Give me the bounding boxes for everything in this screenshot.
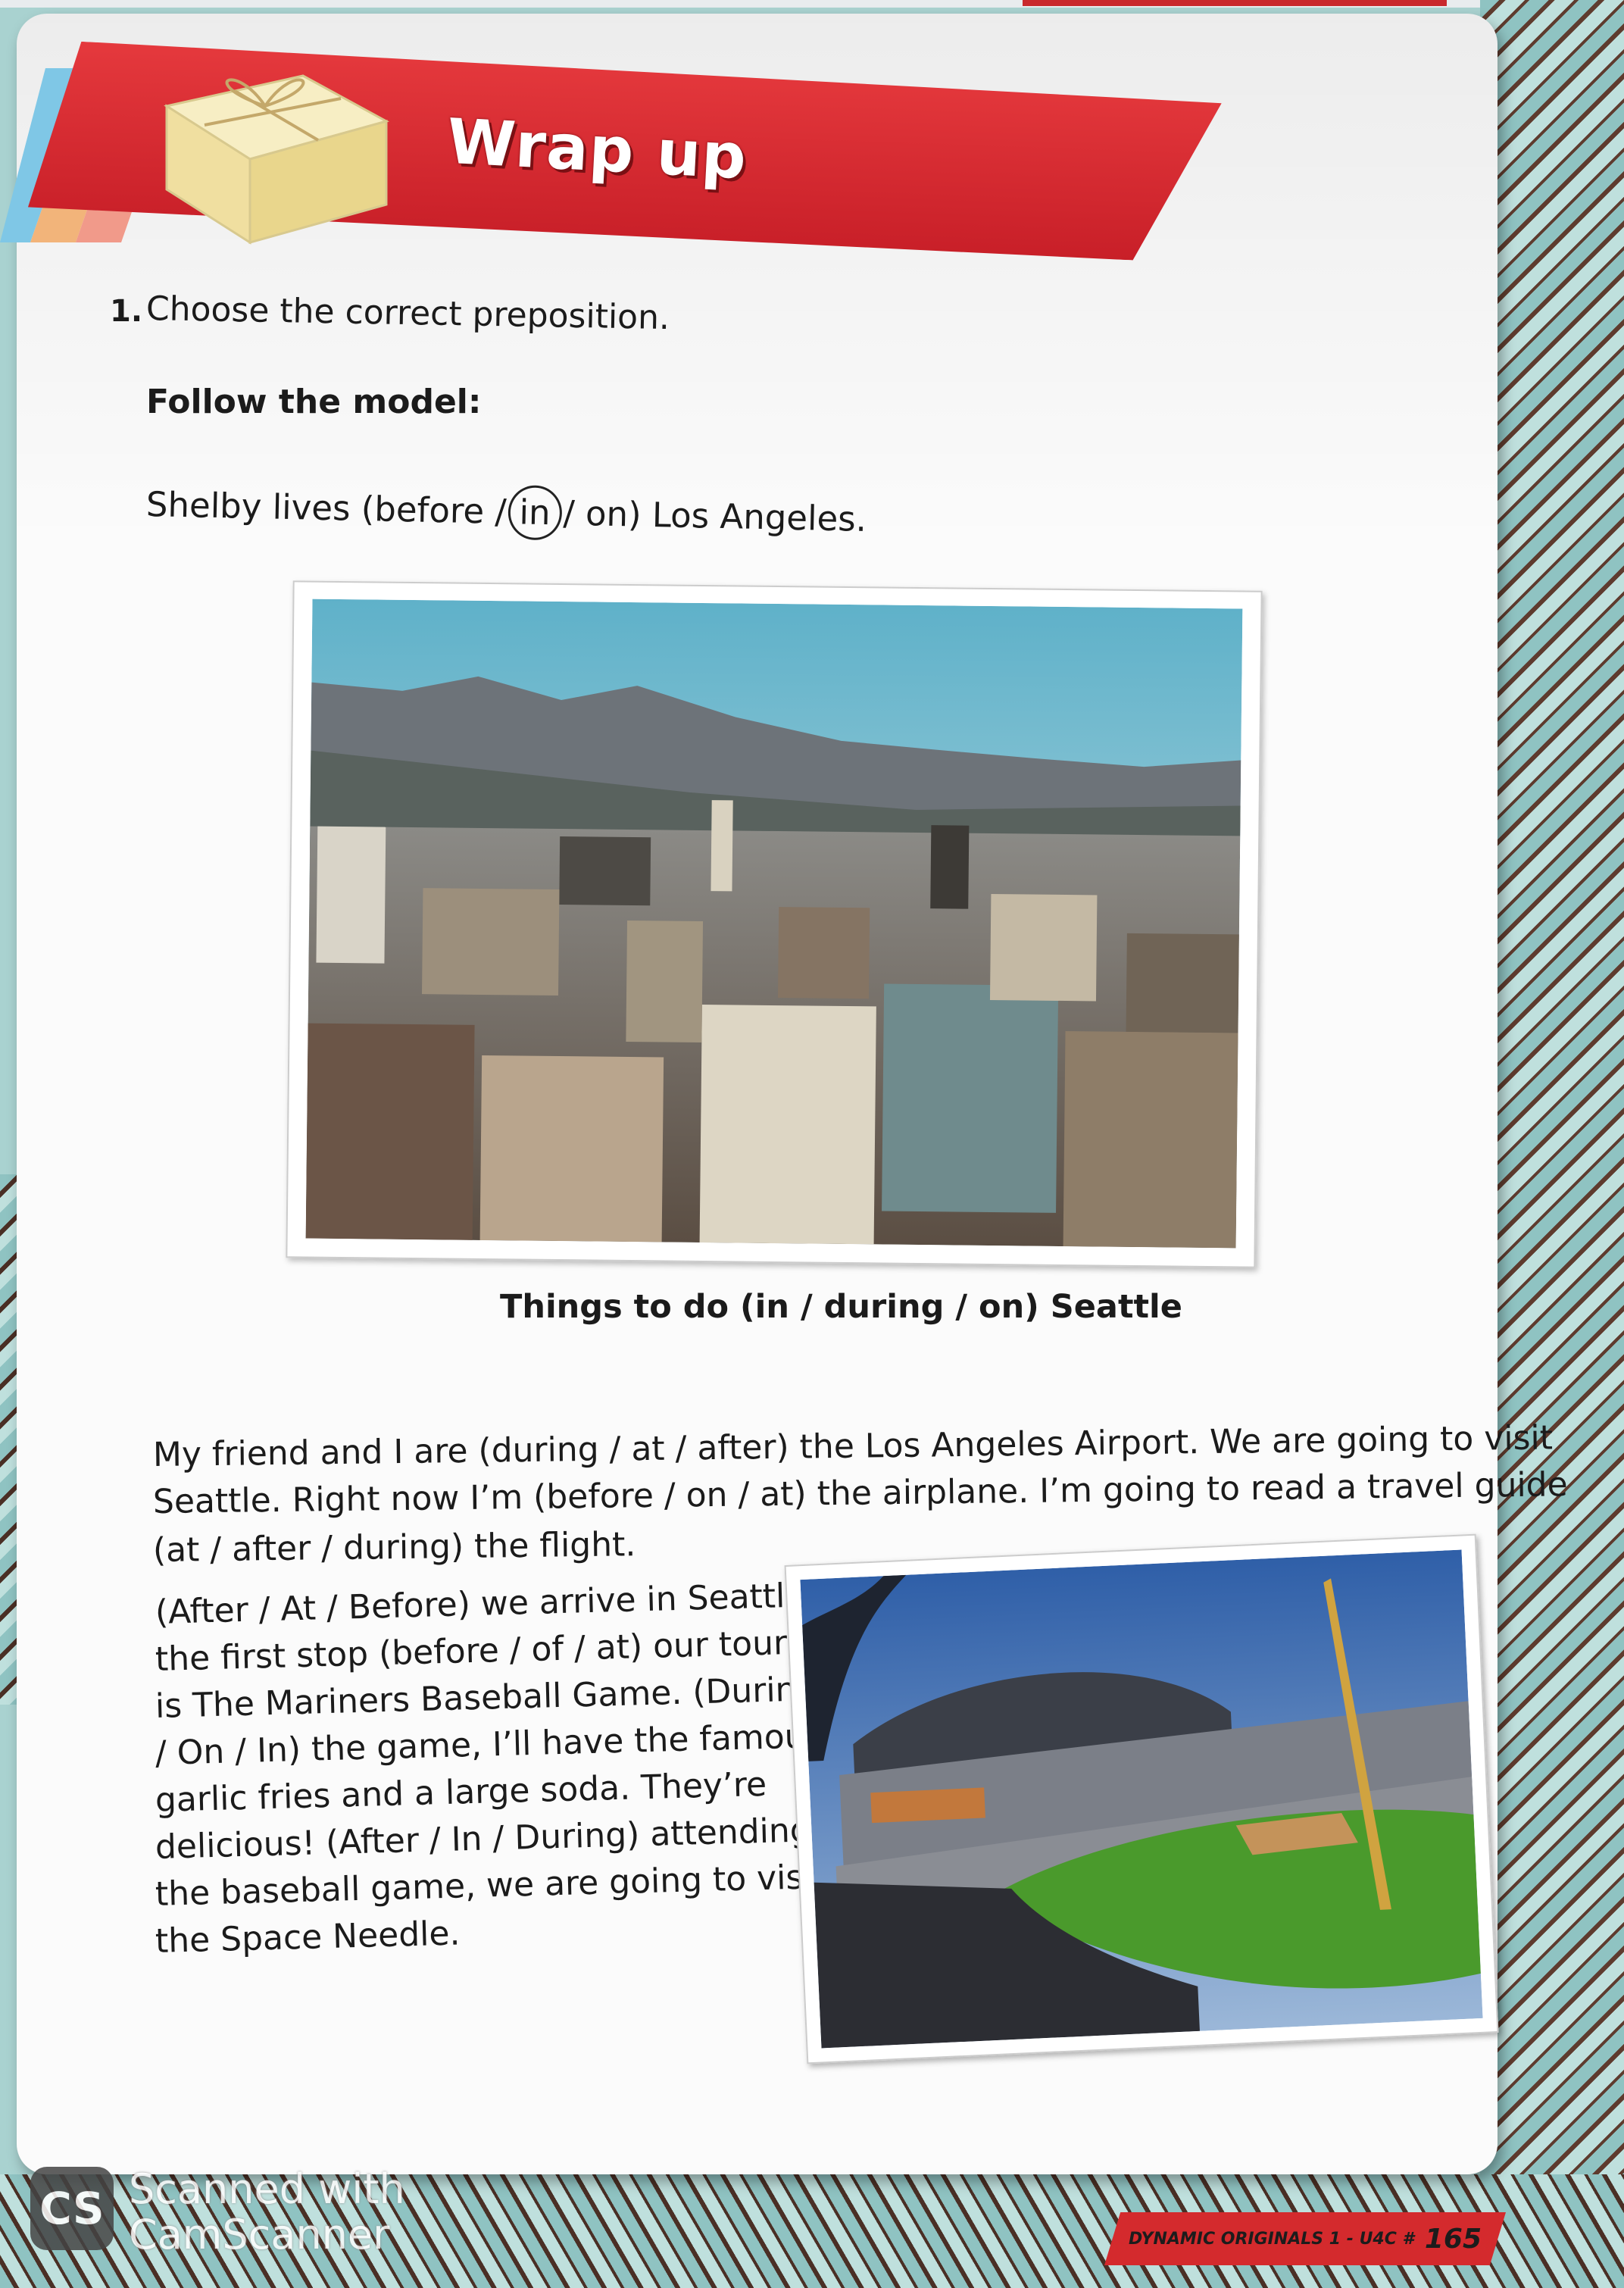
baseball-stadium-photo	[800, 1549, 1483, 2049]
page-number: 165	[1424, 2223, 1482, 2255]
gift-box-icon	[164, 74, 389, 245]
watermark-text: Scanned with CamScanner	[129, 2167, 405, 2258]
stadium-photo-frame	[784, 1533, 1499, 2065]
watermark-line1: Scanned with	[129, 2165, 405, 2213]
paragraph2-line: the Space Needle.	[155, 1914, 461, 1961]
camscanner-logo-icon: CS	[30, 2167, 114, 2250]
model-sentence-start: Shelby lives (before /	[145, 484, 508, 532]
series-name: DYNAMIC ORIGINALS 1 - U4C #	[1128, 2229, 1414, 2249]
camscanner-watermark: CS Scanned with CamScanner	[30, 2167, 405, 2258]
city-photo-frame	[286, 580, 1263, 1268]
watermark-line2: CamScanner	[129, 2211, 390, 2258]
model-label: Follow the model:	[146, 383, 482, 421]
photo-caption: Things to do (in / during / on) Seattle	[500, 1288, 1182, 1326]
circled-answer: in	[507, 485, 563, 541]
page-footer-tag: DYNAMIC ORIGINALS 1 - U4C # 165	[1104, 2212, 1506, 2265]
top-red-strip	[1023, 0, 1447, 6]
model-sentence-end: / on) Los Angeles.	[563, 492, 867, 539]
rope-border-right	[1480, 0, 1624, 2288]
paragraph1-line: (at / after / during) the flight.	[152, 1525, 636, 1570]
exercise-number: 1.	[110, 294, 143, 329]
city-skyline-photo	[305, 599, 1243, 1249]
